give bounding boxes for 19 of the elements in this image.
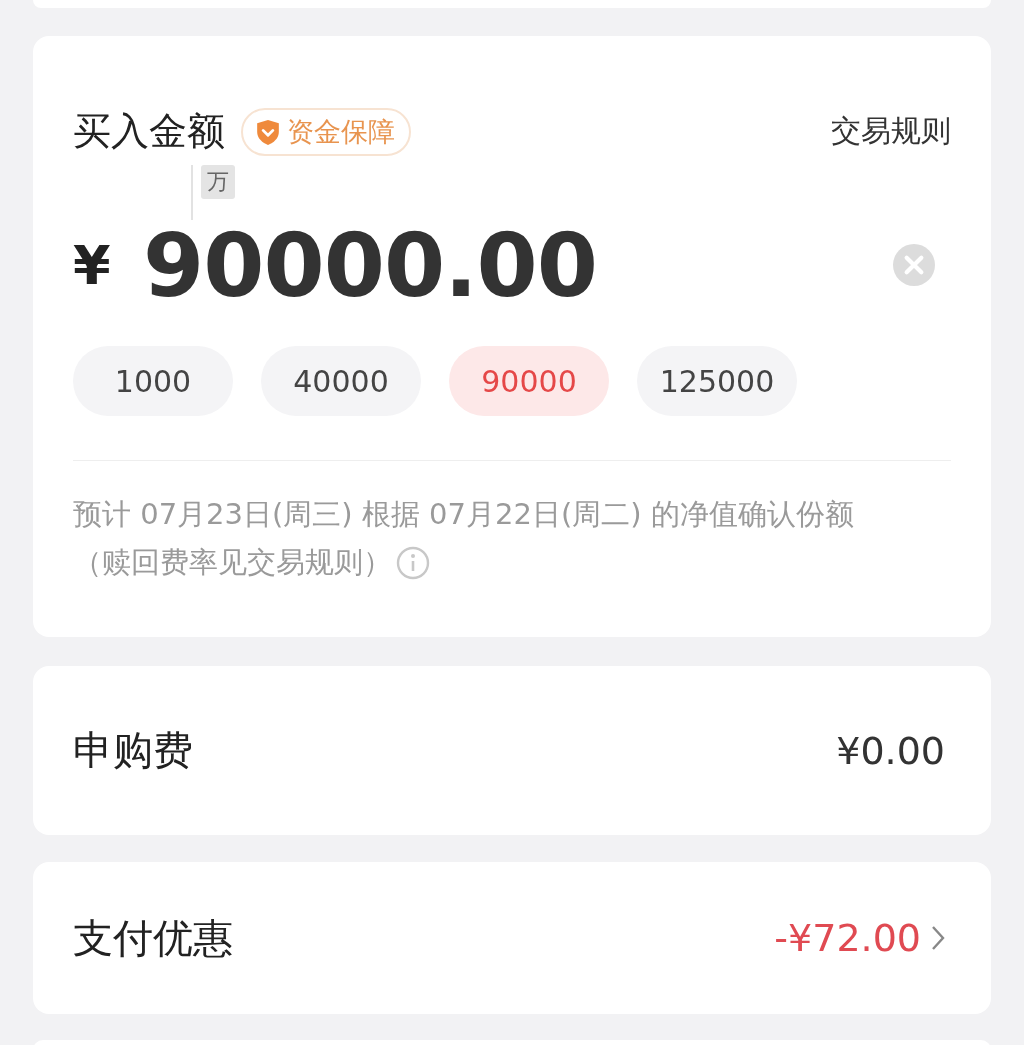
fee-rate-note: （赎回费率见交易规则）: [73, 544, 392, 581]
fee-label: 申购费: [73, 726, 193, 775]
amount-chip[interactable]: 125000: [637, 346, 797, 416]
badge-label: 资金保障: [287, 114, 395, 149]
amount-field[interactable]: 90000.00: [143, 213, 598, 317]
discount-value[interactable]: -¥72.00: [774, 916, 921, 960]
clear-icon[interactable]: [893, 244, 935, 286]
currency-symbol: ¥: [73, 233, 112, 297]
info-icon[interactable]: [396, 546, 430, 580]
shield-icon: [255, 117, 281, 146]
chevron-right-icon[interactable]: [931, 925, 945, 951]
amount-chip[interactable]: 40000: [261, 346, 421, 416]
fee-value: ¥0.00: [836, 728, 945, 773]
trade-rules-link[interactable]: 交易规则: [831, 111, 951, 152]
discount-label: 支付优惠: [73, 913, 233, 963]
unit-hint: 万: [201, 165, 235, 199]
confirm-note: 预计 07月23日(周三) 根据 07月22日(周二) 的净值确认份额: [73, 496, 855, 533]
section-title: 买入金额: [73, 108, 225, 155]
amount-chip[interactable]: 1000: [73, 346, 233, 416]
